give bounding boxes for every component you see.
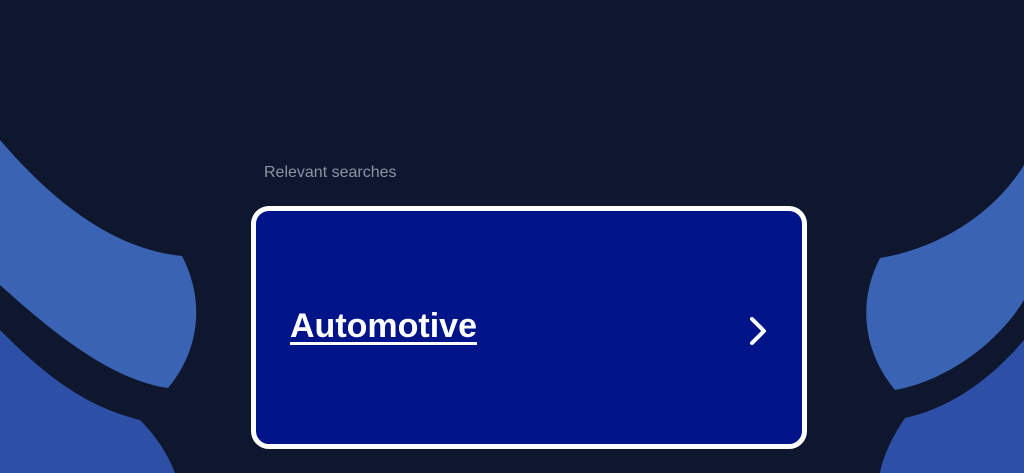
main-content: Relevant searches Automotive: [0, 0, 1024, 473]
chevron-right-icon: [750, 317, 766, 345]
search-result-card[interactable]: Automotive: [251, 206, 807, 449]
search-link-automotive[interactable]: Automotive: [290, 307, 477, 346]
relevant-searches-label: Relevant searches: [264, 164, 397, 181]
